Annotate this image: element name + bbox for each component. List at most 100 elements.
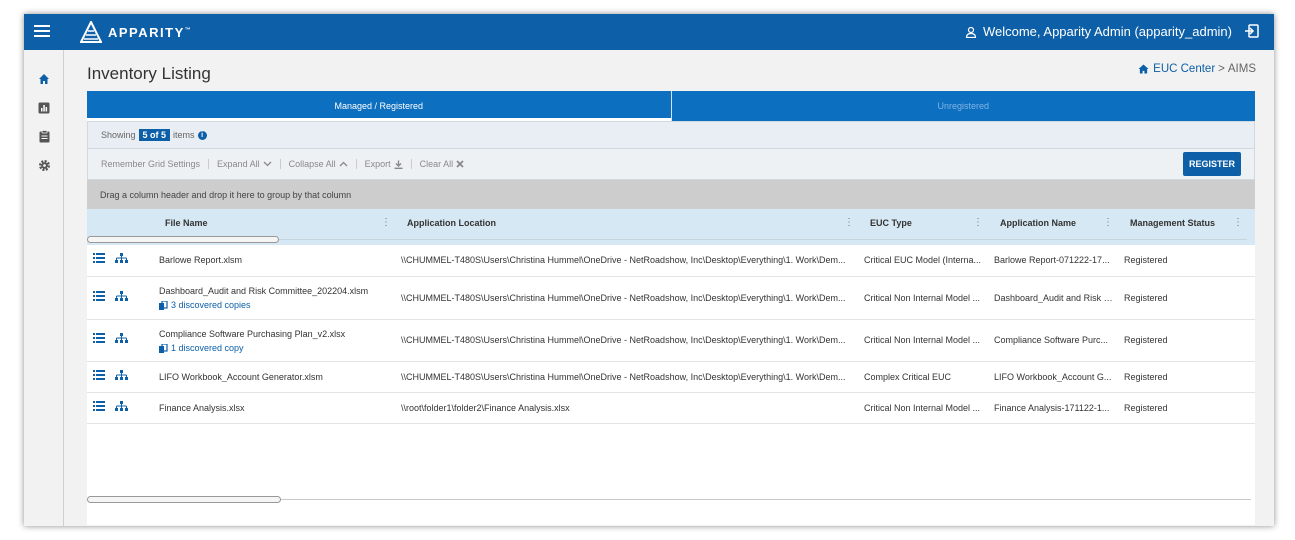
file-name: LIFO Workbook_Account Generator.xlsm	[159, 372, 323, 382]
details-list-icon[interactable]	[93, 401, 105, 414]
top-horizontal-scrollbar[interactable]	[87, 236, 279, 243]
page-title: Inventory Listing	[87, 64, 211, 83]
breadcrumb-current: AIMS	[1227, 63, 1256, 75]
application-name-cell: Barlowe Report-071222-17...	[994, 255, 1110, 265]
application-name-cell: Finance Analysis-171122-1...	[994, 403, 1110, 413]
clipboard-icon[interactable]	[24, 122, 64, 151]
export-button[interactable]: Export	[365, 159, 412, 169]
column-header-application-name[interactable]: Application Name	[1000, 209, 1076, 236]
items-summary: Showing 5 of 5 items i	[87, 121, 1255, 149]
clear-all-button[interactable]: Clear All	[420, 159, 473, 169]
management-status-cell: Registered	[1124, 403, 1168, 413]
application-location-cell: \\CHUMMEL-T480S\Users\Christina Hummel\O…	[401, 293, 846, 303]
apparity-logo[interactable]: APPARITY™	[80, 20, 192, 44]
grid-toolbar: Remember Grid Settings Expand All Collap…	[87, 149, 1255, 180]
euc-type-cell: Complex Critical EUC	[864, 372, 952, 382]
management-status-cell: Registered	[1124, 293, 1168, 303]
hierarchy-icon[interactable]	[115, 253, 128, 266]
column-header-management-status[interactable]: Management Status	[1130, 209, 1215, 236]
home-icon[interactable]	[1138, 64, 1149, 74]
application-name-cell: Dashboard_Audit and Risk -...	[994, 293, 1114, 303]
bar-chart-icon[interactable]	[24, 93, 64, 122]
hierarchy-icon[interactable]	[115, 370, 128, 383]
logo-mark-icon	[80, 21, 102, 43]
application-location-cell: \\CHUMMEL-T480S\Users\Christina Hummel\O…	[401, 255, 846, 265]
file-name-cell[interactable]: Dashboard_Audit and Risk Committee_20220…	[159, 286, 389, 310]
table-row[interactable]: Barlowe Report.xlsm \\CHUMMEL-T480S\Users…	[87, 245, 1255, 277]
bottom-horizontal-scrollbar[interactable]	[87, 496, 281, 503]
column-header-file-name[interactable]: File Name	[165, 209, 208, 236]
discovered-copies-link[interactable]: 3 discovered copies	[159, 300, 389, 310]
file-name-cell[interactable]: Compliance Software Purchasing Plan_v2.x…	[159, 329, 389, 353]
euc-type-cell: Critical Non Internal Model ...	[864, 335, 981, 345]
welcome-message[interactable]: Welcome, Apparity Admin (apparity_admin)	[965, 24, 1232, 39]
top-bar: APPARITY™ Welcome, Apparity Admin (appar…	[24, 14, 1274, 50]
close-icon	[456, 160, 464, 168]
file-name-cell[interactable]: Barlowe Report.xlsm	[159, 255, 389, 265]
column-header-euc-type[interactable]: EUC Type	[870, 209, 912, 236]
column-menu-icon[interactable]: ⋮	[1233, 217, 1243, 228]
column-menu-icon[interactable]: ⋮	[973, 217, 983, 228]
gear-icon[interactable]	[24, 151, 64, 180]
breadcrumb-euc-center[interactable]: EUC Center	[1153, 63, 1215, 75]
tab-bar: Managed / Registered Unregistered	[87, 91, 1255, 121]
group-drop-zone[interactable]: Drag a column header and drop it here to…	[87, 180, 1255, 209]
euc-type-cell: Critical Non Internal Model ...	[864, 293, 981, 303]
logout-icon[interactable]	[1244, 23, 1260, 44]
row-actions	[93, 401, 128, 414]
table-row[interactable]: Compliance Software Purchasing Plan_v2.x…	[87, 320, 1255, 362]
row-actions	[93, 253, 128, 266]
register-button[interactable]: REGISTER	[1183, 152, 1241, 176]
tab-managed-registered[interactable]: Managed / Registered	[87, 91, 671, 121]
table-row[interactable]: LIFO Workbook_Account Generator.xlsm \\CH…	[87, 362, 1255, 393]
file-name: Dashboard_Audit and Risk Committee_20220…	[159, 286, 369, 296]
file-name-cell[interactable]: Finance Analysis.xlsx	[159, 403, 389, 413]
user-icon	[965, 26, 977, 38]
discovered-copies-link[interactable]: 1 discovered copy	[159, 343, 389, 353]
hamburger-menu-icon[interactable]	[34, 22, 50, 42]
application-name-cell: LIFO Workbook_Account G...	[994, 372, 1112, 382]
info-icon[interactable]: i	[197, 130, 207, 140]
column-menu-icon[interactable]: ⋮	[1103, 217, 1113, 228]
hierarchy-icon[interactable]	[115, 291, 128, 304]
application-location-cell: \\root\folder1\folder2\Finance Analysis.…	[401, 403, 570, 413]
row-actions	[93, 291, 128, 304]
collapse-all-button[interactable]: Collapse All	[289, 159, 357, 169]
details-list-icon[interactable]	[93, 333, 105, 346]
grid-header: File Name ⋮ Application Location ⋮ EUC T…	[87, 209, 1255, 245]
home-icon[interactable]	[24, 64, 64, 93]
file-name-cell[interactable]: LIFO Workbook_Account Generator.xlsm	[159, 372, 389, 382]
table-row[interactable]: Finance Analysis.xlsx \\root\folder1\fold…	[87, 393, 1255, 424]
inventory-grid: File Name ⋮ Application Location ⋮ EUC T…	[87, 209, 1255, 525]
details-list-icon[interactable]	[93, 370, 105, 383]
hierarchy-icon[interactable]	[115, 401, 128, 414]
file-name: Finance Analysis.xlsx	[159, 403, 245, 413]
details-list-icon[interactable]	[93, 253, 105, 266]
chevron-down-icon	[263, 161, 272, 167]
column-menu-icon[interactable]: ⋮	[381, 217, 391, 228]
management-status-cell: Registered	[1124, 372, 1168, 382]
column-menu-icon[interactable]: ⋮	[844, 217, 854, 228]
expand-all-button[interactable]: Expand All	[217, 159, 281, 169]
details-list-icon[interactable]	[93, 291, 105, 304]
row-actions	[93, 370, 128, 383]
management-status-cell: Registered	[1124, 255, 1168, 265]
file-name: Barlowe Report.xlsm	[159, 255, 243, 265]
scroll-track	[281, 499, 1251, 500]
app-window: APPARITY™ Welcome, Apparity Admin (appar…	[24, 14, 1274, 526]
application-name-cell: Compliance Software Purc...	[994, 335, 1109, 345]
column-header-application-location[interactable]: Application Location	[407, 209, 496, 236]
table-row[interactable]: Dashboard_Audit and Risk Committee_20220…	[87, 277, 1255, 320]
management-status-cell: Registered	[1124, 335, 1168, 345]
hierarchy-icon[interactable]	[115, 333, 128, 346]
scroll-track	[279, 239, 1247, 240]
application-location-cell: \\CHUMMEL-T480S\Users\Christina Hummel\O…	[401, 372, 846, 382]
euc-type-cell: Critical Non Internal Model ...	[864, 403, 981, 413]
application-location-cell: \\CHUMMEL-T480S\Users\Christina Hummel\O…	[401, 335, 846, 345]
main-content: Inventory Listing EUC Center > AIMS Mana…	[65, 50, 1274, 526]
summary-suffix: items	[173, 130, 195, 140]
breadcrumb: EUC Center > AIMS	[1138, 63, 1256, 75]
brand-name: APPARITY™	[108, 24, 193, 40]
remember-grid-settings-button[interactable]: Remember Grid Settings	[101, 159, 210, 169]
tab-unregistered[interactable]: Unregistered	[670, 91, 1256, 121]
